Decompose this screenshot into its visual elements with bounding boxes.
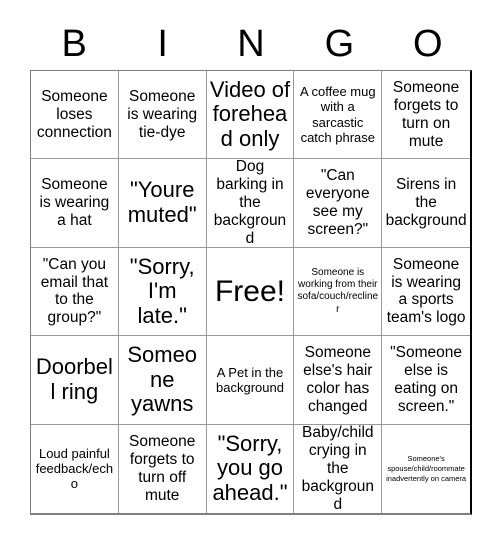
bingo-cell-text: "Can you email that to the group?" — [40, 255, 108, 327]
bingo-cell-text: "Sorry, I'm late." — [129, 253, 195, 328]
bingo-cell-r2c2[interactable]: "Youre muted" — [118, 159, 207, 248]
bingo-cell-r4c2[interactable]: Someone yawns — [118, 336, 207, 425]
bingo-cell-r3c1[interactable]: "Can you email that to the group?" — [31, 247, 119, 337]
bingo-cell-text: A Pet in the background — [216, 364, 284, 395]
bingo-cell-text: Sirens in the background — [385, 176, 467, 230]
bingo-cell-r5c1[interactable]: Loud painful feedback/echo — [31, 424, 119, 513]
bingo-cell-r2c3[interactable]: Dog barking in the background — [206, 159, 295, 248]
bingo-cell-r1c5[interactable]: Someone forgets to turn on mute — [382, 71, 470, 160]
bingo-cell-text: Doorbell ring — [35, 354, 113, 404]
bingo-cell-text: Someone is wearing a hat — [39, 176, 110, 230]
bingo-cell-r3c5[interactable]: Someone is wearing a sports team's logo — [382, 248, 470, 337]
bingo-cell-r4c4[interactable]: Someone else's hair color has changed — [294, 336, 383, 425]
bingo-cell-r5c3[interactable]: "Sorry, you go ahead." — [207, 424, 295, 513]
bingo-cell-r4c3[interactable]: A Pet in the background — [206, 336, 295, 425]
bingo-cell-text: Free! — [214, 274, 285, 308]
bingo-cell-r2c4[interactable]: "Can everyone see my screen?" — [294, 159, 383, 248]
bingo-cell-text: Someone's spouse/child/roommate inadvert… — [386, 454, 467, 483]
bingo-header-letter-i: I — [157, 23, 168, 65]
bingo-cell-text: Someone loses connection — [36, 87, 112, 141]
bingo-cell-text: Dog barking in the background — [213, 159, 287, 248]
bingo-cell-r5c2[interactable]: Someone forgets to turn off mute — [119, 424, 207, 513]
bingo-grid: Someone loses connection Someone is weari… — [30, 70, 472, 515]
bingo-cell-r4c5[interactable]: "Someone else is eating on screen." — [382, 336, 470, 425]
bingo-cell-r4c1[interactable]: Doorbell ring — [31, 336, 119, 425]
bingo-cell-text: "Youre muted" — [127, 177, 197, 228]
bingo-cell-text: Someone is wearing tie-dye — [127, 87, 198, 141]
bingo-cell-text: Someone forgets to turn on mute — [392, 78, 460, 150]
bingo-cell-r2c5[interactable]: Sirens in the background — [382, 159, 470, 248]
bingo-cell-text: Someone forgets to turn off mute — [129, 432, 196, 504]
bingo-cell-text: A coffee mug with a sarcastic catch phra… — [299, 84, 376, 146]
bingo-cell-text: Someone yawns — [127, 341, 198, 417]
bingo-cell-r1c4[interactable]: A coffee mug with a sarcastic catch phra… — [294, 71, 383, 160]
bingo-cell-text: Loud painful feedback/echo — [35, 445, 114, 492]
bingo-cell-text: Someone is wearing a sports team's logo — [386, 255, 466, 327]
bingo-header: BINGO — [30, 18, 472, 70]
bingo-cell-r2c1[interactable]: Someone is wearing a hat — [31, 159, 119, 248]
bingo-cell-r5c4[interactable]: Baby/child crying in the background — [294, 424, 383, 513]
bingo-cell-text: "Sorry, you go ahead." — [212, 430, 288, 506]
bingo-cell-text: Baby/child crying in the background — [301, 424, 374, 513]
bingo-cell-r3c4[interactable]: Someone is working from their sofa/couch… — [294, 247, 383, 337]
bingo-card: B I N G O Someone loses connection Someone is… — [0, 0, 500, 544]
bingo-cell-r3c2[interactable]: "Sorry, I'm late." — [118, 247, 207, 337]
bingo-header-letter-n: N — [237, 23, 265, 65]
bingo-cell-r1c3[interactable]: Video of forehead only — [206, 71, 295, 160]
bingo-cell-r1c1[interactable]: Someone loses connection — [31, 71, 119, 160]
bingo-cell-text: Video of forehead only — [209, 76, 291, 151]
bingo-header-letter-g: G — [324, 23, 355, 65]
bingo-header-letter-o: O — [413, 23, 443, 65]
bingo-cell-r1c2[interactable]: Someone is wearing tie-dye — [118, 71, 207, 160]
bingo-cell-r5c5[interactable]: Someone's spouse/child/roommate inadvert… — [382, 425, 470, 513]
bingo-cell-text: Someone else's hair color has changed — [303, 343, 373, 415]
bingo-cell-free[interactable]: Free! — [206, 247, 295, 337]
bingo-cell-text: "Someone else is eating on screen." — [390, 343, 463, 415]
bingo-cell-text: "Can everyone see my screen?" — [305, 167, 370, 239]
bingo-header-letter-b: B — [61, 23, 87, 65]
bingo-cell-text: Someone is working from their sofa/couch… — [297, 267, 379, 315]
